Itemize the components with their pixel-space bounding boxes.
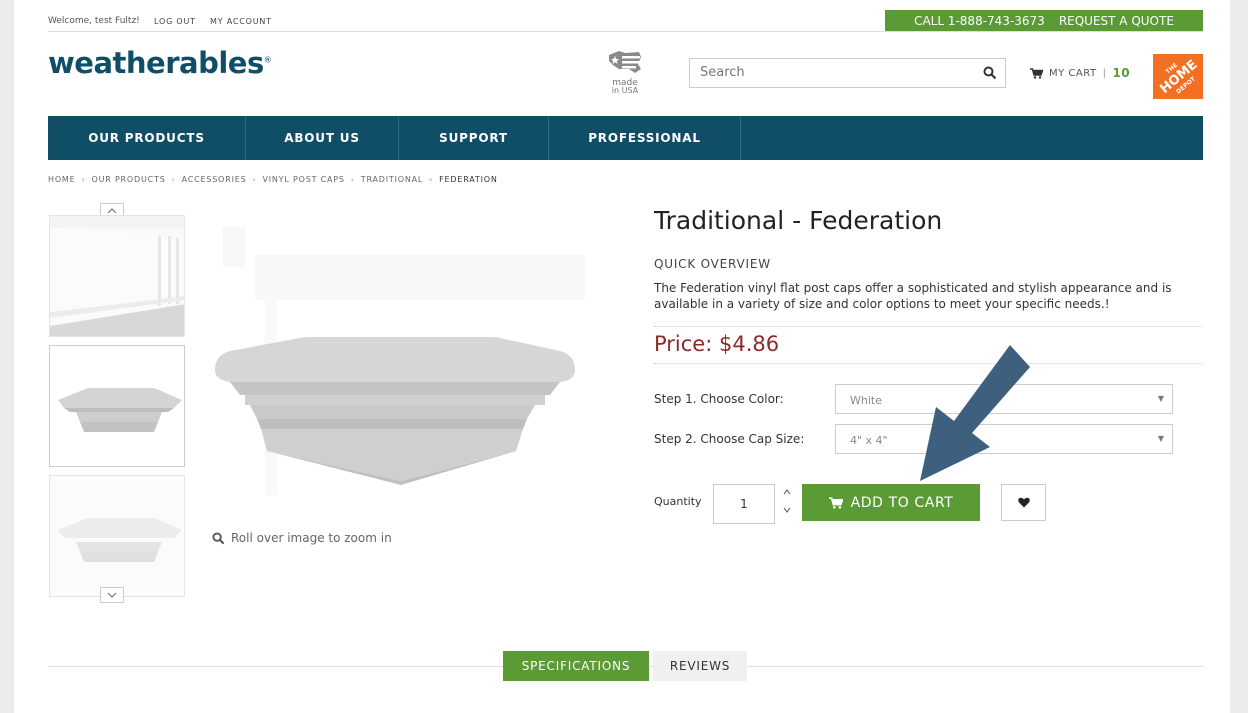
- color-select-value: White: [850, 394, 882, 407]
- logout-link[interactable]: LOG OUT: [154, 17, 196, 26]
- search-input[interactable]: [700, 65, 960, 80]
- product-title: Traditional - Federation: [654, 206, 943, 235]
- quantity-up-icon[interactable]: [778, 484, 796, 502]
- breadcrumb-separator: ›: [81, 175, 86, 184]
- right-gutter: [1230, 0, 1248, 713]
- breadcrumb-traditional[interactable]: TRADITIONAL: [361, 175, 423, 184]
- product-page: Welcome, test Fultz! LOG OUT MY ACCOUNT …: [0, 0, 1248, 713]
- heart-icon: [1017, 497, 1030, 508]
- add-to-cart-button[interactable]: ADD TO CART: [802, 484, 980, 521]
- made-in-usa-badge: made in USA: [605, 47, 653, 99]
- request-quote-link[interactable]: REQUEST A QUOTE: [1059, 14, 1174, 28]
- post-cap-thumbnail-image: [50, 346, 184, 466]
- quantity-stepper[interactable]: [778, 484, 796, 524]
- wishlist-button[interactable]: [1001, 484, 1046, 521]
- thumbs-scroll-down-button[interactable]: [100, 587, 124, 603]
- breadcrumb-separator: ›: [171, 175, 176, 184]
- cap-size-select-value: 4" x 4": [850, 434, 888, 447]
- add-to-cart-label: ADD TO CART: [850, 494, 954, 511]
- breadcrumb-home[interactable]: HOME: [48, 175, 75, 184]
- main-product-image[interactable]: [205, 215, 600, 525]
- top-bar: Welcome, test Fultz! LOG OUT MY ACCOUNT …: [48, 10, 1203, 32]
- magnifier-icon: [212, 531, 225, 544]
- nav-our-products[interactable]: OUR PRODUCTS: [48, 116, 246, 160]
- thumbnail-fence[interactable]: [49, 215, 185, 337]
- home-depot-logo-icon: THE HOME DEPOT: [1153, 54, 1203, 99]
- quantity-label: Quantity: [654, 495, 702, 508]
- welcome-text: Welcome, test Fultz!: [48, 16, 140, 26]
- thumbnail-post-cap-alt[interactable]: [49, 475, 185, 597]
- thumbnail-post-cap-selected[interactable]: [49, 345, 185, 467]
- cart-link[interactable]: MY CART | 10: [1030, 66, 1130, 80]
- fence-thumbnail-image: [50, 216, 184, 336]
- breadcrumb-vinyl-post-caps[interactable]: VINYL POST CAPS: [262, 175, 344, 184]
- caret-down-icon: ▼: [1157, 434, 1164, 443]
- cart-label: MY CART: [1049, 67, 1097, 79]
- step1-color-label: Step 1. Choose Color:: [654, 392, 784, 406]
- annotation-arrow: [920, 345, 1030, 481]
- breadcrumb-separator: ›: [252, 175, 257, 184]
- in-usa-label: in USA: [611, 86, 639, 95]
- call-link[interactable]: CALL 1-888-743-3673: [914, 14, 1045, 28]
- breadcrumb: HOME › OUR PRODUCTS › ACCESSORIES › VINY…: [48, 175, 498, 184]
- product-price: Price: $4.86: [654, 332, 780, 356]
- call-box: CALL 1-888-743-3673 REQUEST A QUOTE: [885, 10, 1203, 31]
- nav-support[interactable]: SUPPORT: [399, 116, 549, 160]
- logo-text: weatherables: [48, 46, 264, 80]
- search-icon[interactable]: [983, 66, 997, 80]
- main-nav: OUR PRODUCTS ABOUT US SUPPORT PROFESSION…: [48, 116, 1203, 160]
- left-gutter: [0, 0, 14, 713]
- my-account-link[interactable]: MY ACCOUNT: [210, 17, 272, 26]
- zoom-hint: Roll over image to zoom in: [212, 531, 392, 545]
- logo-registered-mark: ®: [263, 55, 272, 65]
- breadcrumb-accessories[interactable]: ACCESSORIES: [182, 175, 247, 184]
- chevron-down-icon: [107, 592, 117, 598]
- chevron-up-icon: [107, 208, 117, 214]
- caret-down-icon: ▼: [1157, 394, 1164, 403]
- product-description: The Federation vinyl flat post caps offe…: [654, 281, 1172, 311]
- quantity-down-icon[interactable]: [778, 502, 796, 520]
- quick-overview-heading: QUICK OVERVIEW: [654, 257, 771, 271]
- cart-separator: |: [1102, 67, 1107, 79]
- tab-reviews[interactable]: REVIEWS: [653, 651, 747, 681]
- divider: [654, 326, 1202, 327]
- tab-specifications[interactable]: SPECIFICATIONS: [503, 651, 649, 681]
- nav-professional[interactable]: PROFESSIONAL: [549, 116, 741, 160]
- made-in-usa-text: made in USA: [605, 79, 645, 95]
- home-depot-logo[interactable]: THE HOME DEPOT: [1153, 54, 1203, 99]
- nav-about-us[interactable]: ABOUT US: [246, 116, 399, 160]
- post-cap-alt-thumbnail-image: [50, 476, 184, 596]
- breadcrumb-separator: ›: [350, 175, 355, 184]
- cart-icon: [1030, 67, 1043, 79]
- step2-size-label: Step 2. Choose Cap Size:: [654, 432, 805, 446]
- search-box[interactable]: [689, 58, 1006, 88]
- site-logo[interactable]: weatherables®: [48, 46, 272, 80]
- breadcrumb-federation: FEDERATION: [439, 175, 498, 184]
- cart-icon: [828, 496, 843, 509]
- zoom-hint-text: Roll over image to zoom in: [231, 531, 392, 545]
- breadcrumb-separator: ›: [429, 175, 434, 184]
- breadcrumb-our-products[interactable]: OUR PRODUCTS: [91, 175, 165, 184]
- quantity-input[interactable]: 1: [713, 484, 775, 524]
- cart-count: 10: [1112, 66, 1131, 80]
- usa-map-icon: [609, 51, 641, 73]
